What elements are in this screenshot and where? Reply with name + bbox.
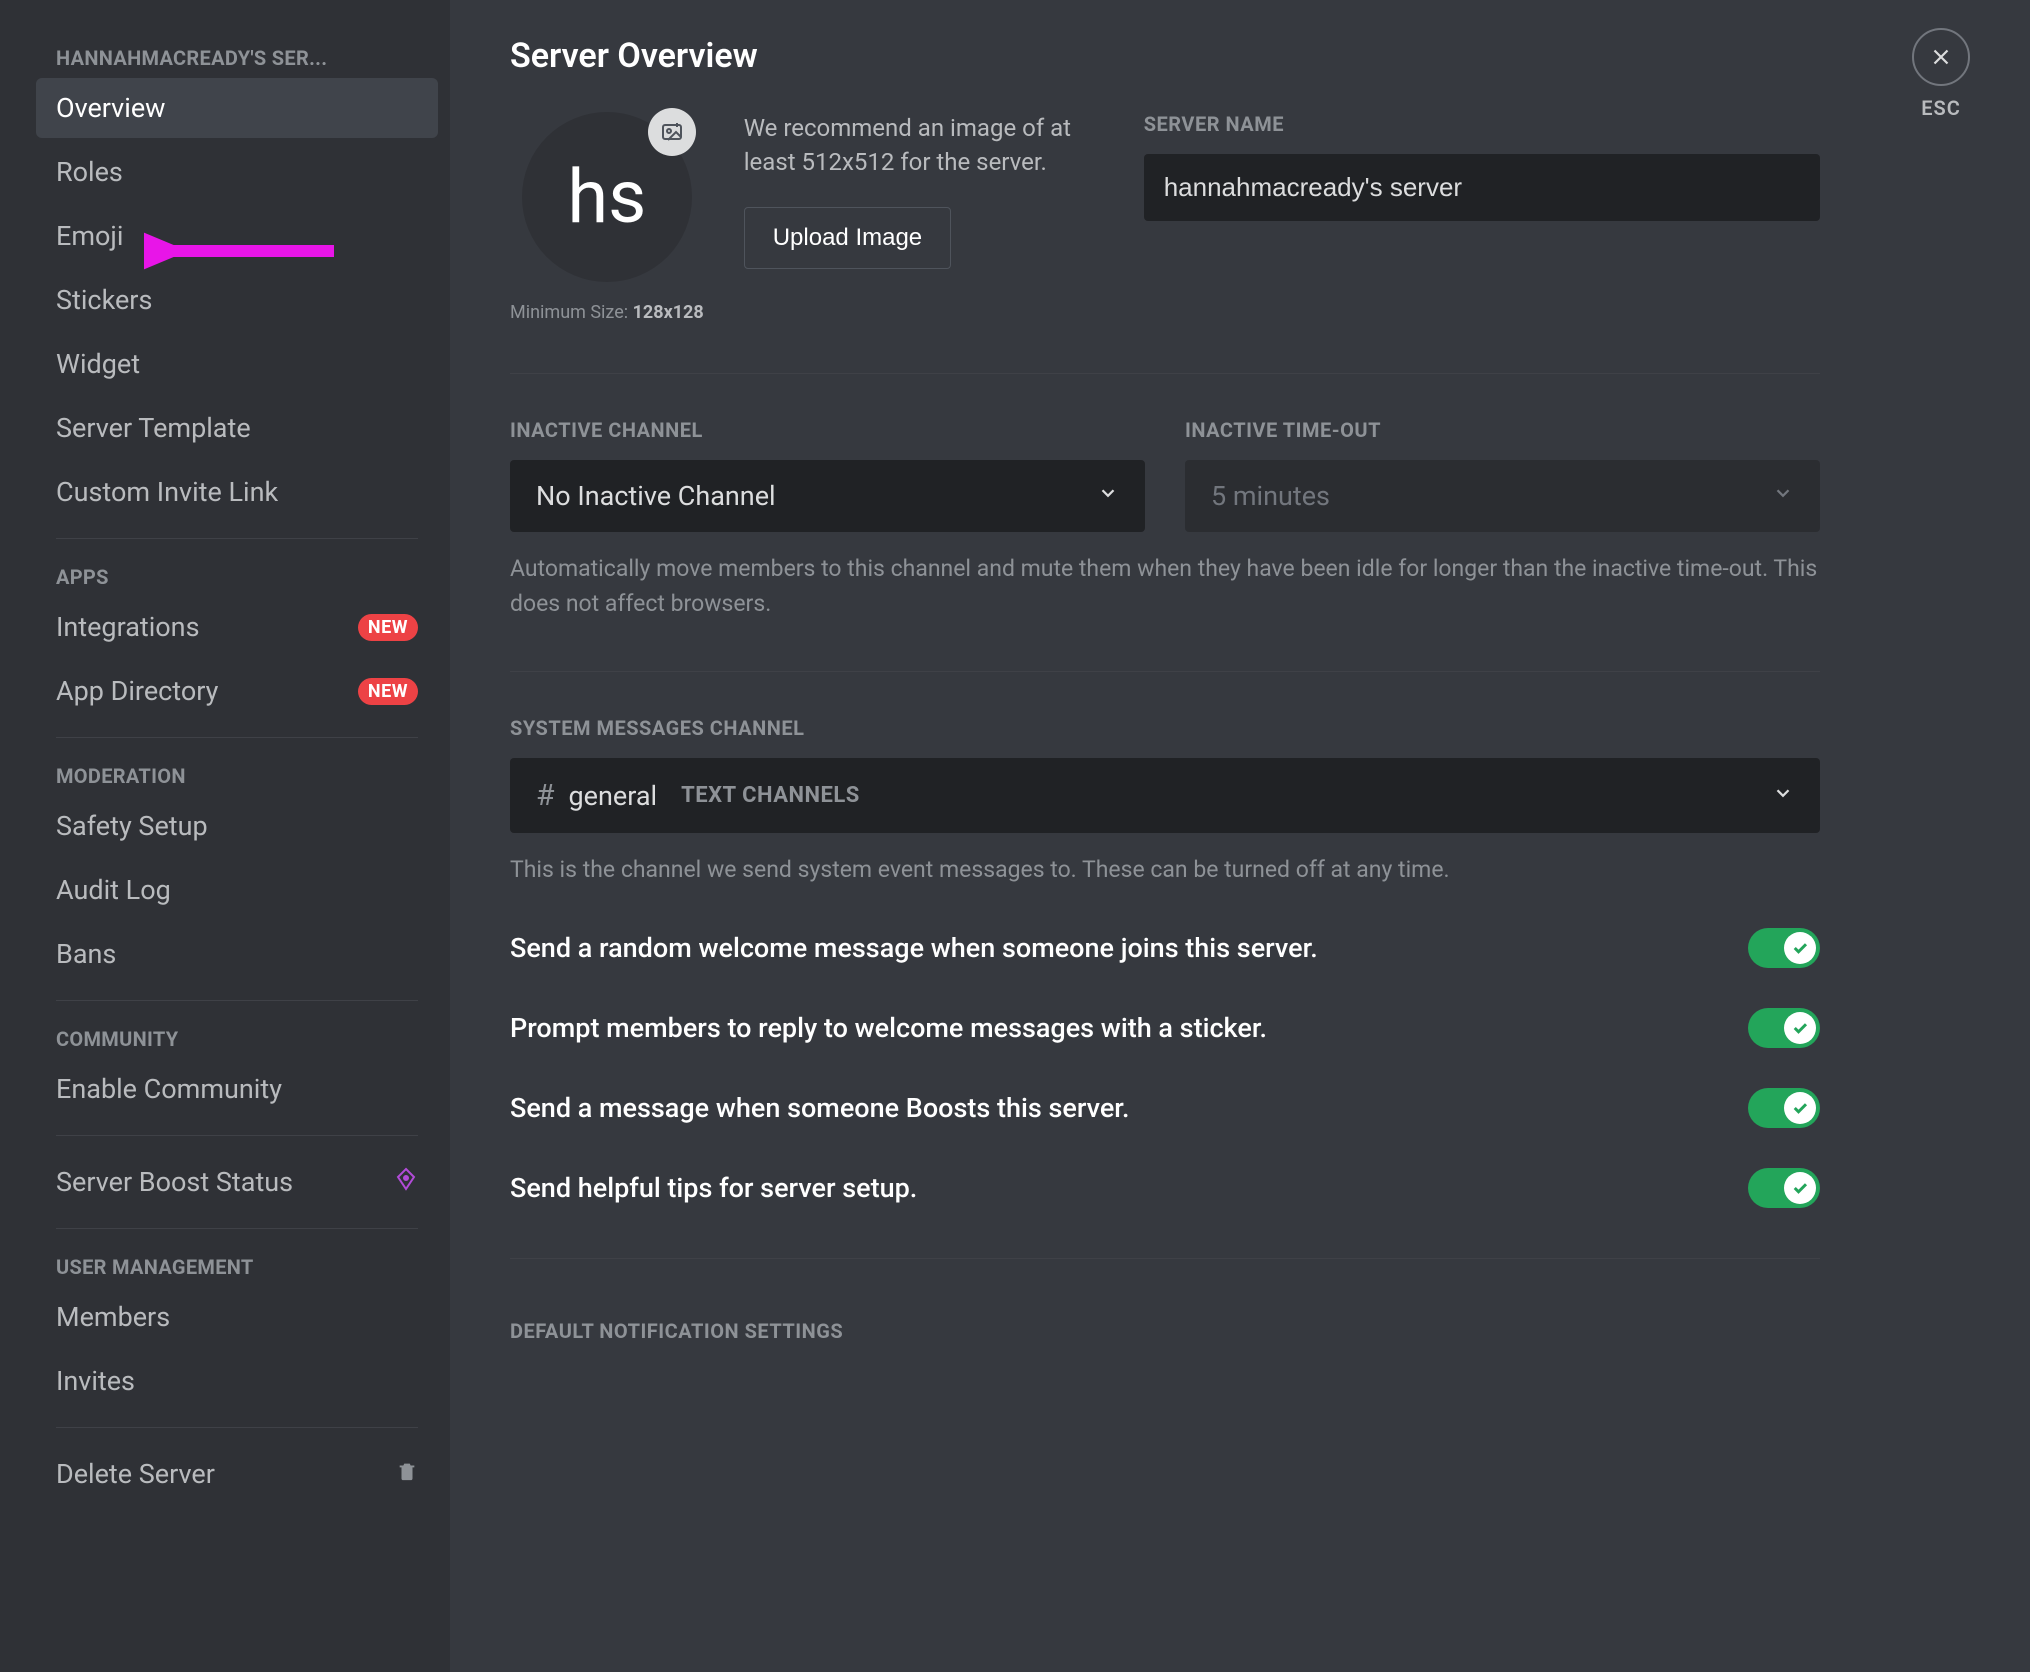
sidebar-item-overview[interactable]: Overview xyxy=(36,78,438,138)
server-avatar[interactable]: hs xyxy=(522,112,692,282)
avatar-upload-badge[interactable] xyxy=(648,108,696,156)
sidebar-divider xyxy=(56,1427,418,1428)
hash-icon: # xyxy=(536,778,554,813)
page-title: Server Overview xyxy=(510,36,1820,76)
close-button[interactable] xyxy=(1912,28,1970,86)
sidebar-item-safety-setup[interactable]: Safety Setup xyxy=(36,796,438,856)
upload-image-button[interactable]: Upload Image xyxy=(744,207,951,269)
close-button-wrap: ESC xyxy=(1912,28,1970,120)
boost-icon xyxy=(394,1167,418,1197)
toggle-boost-message[interactable] xyxy=(1748,1088,1820,1128)
close-icon xyxy=(1928,44,1954,70)
inactive-channel-label: INACTIVE CHANNEL xyxy=(510,418,1145,442)
system-help-text: This is the channel we send system event… xyxy=(510,853,1820,888)
toggle-knob xyxy=(1784,1012,1816,1044)
sidebar-item-stickers[interactable]: Stickers xyxy=(36,270,438,330)
chevron-down-icon xyxy=(1772,482,1794,510)
check-icon xyxy=(1791,939,1809,957)
new-badge: NEW xyxy=(358,614,418,641)
chevron-down-icon xyxy=(1772,782,1794,810)
sidebar-user-mgmt-header: USER MANAGEMENT xyxy=(36,1245,438,1287)
trash-icon xyxy=(396,1460,418,1488)
divider xyxy=(510,373,1820,374)
sidebar-item-delete-server[interactable]: Delete Server xyxy=(36,1444,438,1504)
sidebar-moderation-header: MODERATION xyxy=(36,754,438,796)
system-channel-name: general xyxy=(568,780,657,812)
sidebar-divider xyxy=(56,1228,418,1229)
sidebar-item-app-directory[interactable]: App Directory NEW xyxy=(36,661,438,721)
sidebar-item-invites[interactable]: Invites xyxy=(36,1351,438,1411)
toggle-row-tips: Send helpful tips for server setup. xyxy=(510,1168,1820,1208)
sidebar-item-emoji[interactable]: Emoji xyxy=(36,206,438,266)
sidebar-item-members[interactable]: Members xyxy=(36,1287,438,1347)
sidebar-item-server-template[interactable]: Server Template xyxy=(36,398,438,458)
sidebar-divider xyxy=(56,538,418,539)
toggle-setup-tips[interactable] xyxy=(1748,1168,1820,1208)
notif-header: DEFAULT NOTIFICATION SETTINGS xyxy=(510,1319,1820,1343)
min-size-text: Minimum Size: 128x128 xyxy=(510,302,704,323)
sidebar-server-header: HANNAHMACREADY'S SER... xyxy=(36,36,438,78)
toggle-label: Prompt members to reply to welcome messa… xyxy=(510,1012,1267,1044)
sidebar-item-server-boost[interactable]: Server Boost Status xyxy=(36,1152,438,1212)
settings-sidebar: HANNAHMACREADY'S SER... Overview Roles E… xyxy=(0,0,450,1672)
check-icon xyxy=(1791,1099,1809,1117)
sidebar-item-custom-invite[interactable]: Custom Invite Link xyxy=(36,462,438,522)
sidebar-divider xyxy=(56,1135,418,1136)
sidebar-divider xyxy=(56,1000,418,1001)
toggle-label: Send a random welcome message when someo… xyxy=(510,932,1318,964)
server-name-input[interactable] xyxy=(1144,154,1820,221)
avatar-initials: hs xyxy=(567,154,646,241)
inactive-channel-select[interactable]: No Inactive Channel xyxy=(510,460,1145,532)
toggle-knob xyxy=(1784,1092,1816,1124)
recommend-text: We recommend an image of at least 512x51… xyxy=(744,112,1104,179)
sidebar-community-header: COMMUNITY xyxy=(36,1017,438,1059)
sidebar-item-bans[interactable]: Bans xyxy=(36,924,438,984)
toggle-label: Send helpful tips for server setup. xyxy=(510,1172,917,1204)
new-badge: NEW xyxy=(358,678,418,705)
inactive-help-text: Automatically move members to this chann… xyxy=(510,552,1820,621)
toggle-row-sticker: Prompt members to reply to welcome messa… xyxy=(510,1008,1820,1048)
divider xyxy=(510,1258,1820,1259)
check-icon xyxy=(1791,1179,1809,1197)
toggle-label: Send a message when someone Boosts this … xyxy=(510,1092,1129,1124)
sidebar-item-enable-community[interactable]: Enable Community xyxy=(36,1059,438,1119)
image-upload-icon xyxy=(660,120,684,144)
divider xyxy=(510,671,1820,672)
server-name-label: SERVER NAME xyxy=(1144,112,1820,136)
check-icon xyxy=(1791,1019,1809,1037)
chevron-down-icon xyxy=(1097,482,1119,510)
system-channel-category: TEXT CHANNELS xyxy=(681,783,860,808)
toggle-row-welcome: Send a random welcome message when someo… xyxy=(510,928,1820,968)
sidebar-item-integrations[interactable]: Integrations NEW xyxy=(36,597,438,657)
toggle-sticker-reply[interactable] xyxy=(1748,1008,1820,1048)
sidebar-divider xyxy=(56,737,418,738)
toggle-knob xyxy=(1784,932,1816,964)
sidebar-item-widget[interactable]: Widget xyxy=(36,334,438,394)
inactive-timeout-select[interactable]: 5 minutes xyxy=(1185,460,1820,532)
content-area: ESC Server Overview hs Minimum Size: 128… xyxy=(450,0,2030,1672)
toggle-row-boost: Send a message when someone Boosts this … xyxy=(510,1088,1820,1128)
inactive-timeout-label: INACTIVE TIME-OUT xyxy=(1185,418,1820,442)
sidebar-item-roles[interactable]: Roles xyxy=(36,142,438,202)
sidebar-item-audit-log[interactable]: Audit Log xyxy=(36,860,438,920)
sidebar-apps-header: APPS xyxy=(36,555,438,597)
close-label: ESC xyxy=(1921,96,1961,120)
server-avatar-block: hs Minimum Size: 128x128 xyxy=(510,112,704,323)
toggle-knob xyxy=(1784,1172,1816,1204)
system-channel-label: SYSTEM MESSAGES CHANNEL xyxy=(510,716,1820,740)
system-channel-select[interactable]: # general TEXT CHANNELS xyxy=(510,758,1820,833)
toggle-welcome-message[interactable] xyxy=(1748,928,1820,968)
